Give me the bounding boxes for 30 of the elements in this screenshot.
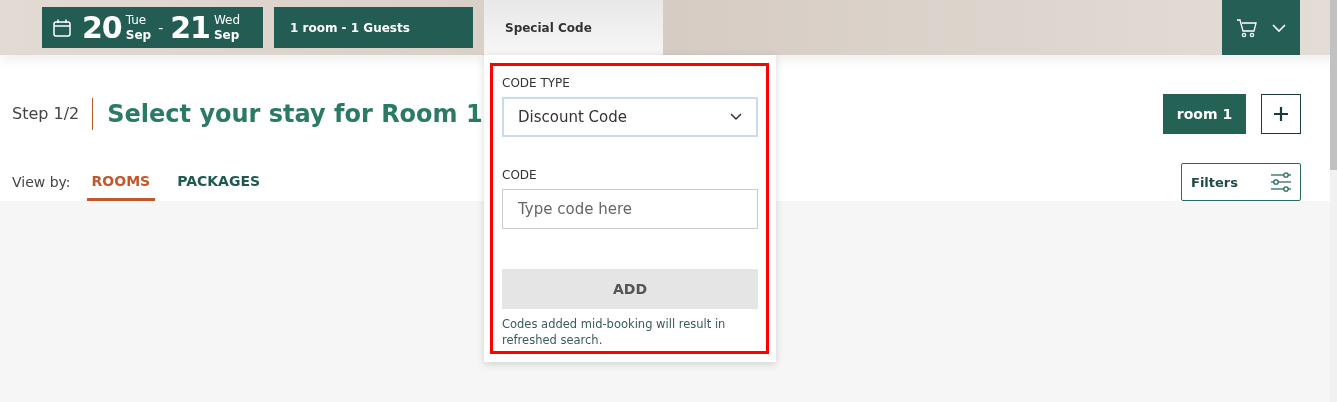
- date-month: Sep: [125, 27, 152, 43]
- add-room-button[interactable]: [1261, 94, 1301, 134]
- code-type-dropdown[interactable]: Discount Code: [502, 97, 758, 137]
- date-weekday: Tue: [125, 12, 148, 28]
- date-weekday: Wed: [213, 12, 241, 28]
- date-separator: -: [158, 19, 164, 36]
- scrollbar-thumb[interactable]: [1330, 0, 1337, 170]
- special-code-tab[interactable]: Special Code: [484, 0, 663, 55]
- date-day: 20: [82, 10, 122, 45]
- page-title: Select your stay for Room 1: [107, 100, 483, 128]
- calendar-icon: [52, 17, 72, 38]
- view-tab[interactable]: PACKAGES: [172, 163, 266, 201]
- info-note: Codes added mid-booking will result in refreshed search.: [502, 316, 727, 348]
- date-month: Sep: [213, 27, 241, 43]
- guests-selector[interactable]: 1 room - 1 Guests: [274, 7, 473, 48]
- cart-button[interactable]: [1222, 0, 1300, 55]
- field-label: CODE: [502, 168, 538, 182]
- room-tab[interactable]: room 1: [1163, 94, 1246, 134]
- code-input-field[interactable]: Type code here: [502, 189, 758, 229]
- step-counter: Step 1/2: [12, 98, 94, 130]
- scrollbar[interactable]: [1330, 0, 1337, 402]
- view-by-label: View by:: [12, 174, 71, 190]
- plus-icon: [1274, 107, 1288, 121]
- sliders-icon: [1271, 172, 1291, 192]
- chevron-down-icon: [730, 113, 742, 121]
- field-label: CODE TYPE: [502, 76, 571, 90]
- date-day: 21: [170, 10, 210, 45]
- filters-button[interactable]: Filters: [1181, 163, 1301, 201]
- chevron-down-icon: [1272, 22, 1286, 33]
- cart-icon: [1236, 17, 1258, 38]
